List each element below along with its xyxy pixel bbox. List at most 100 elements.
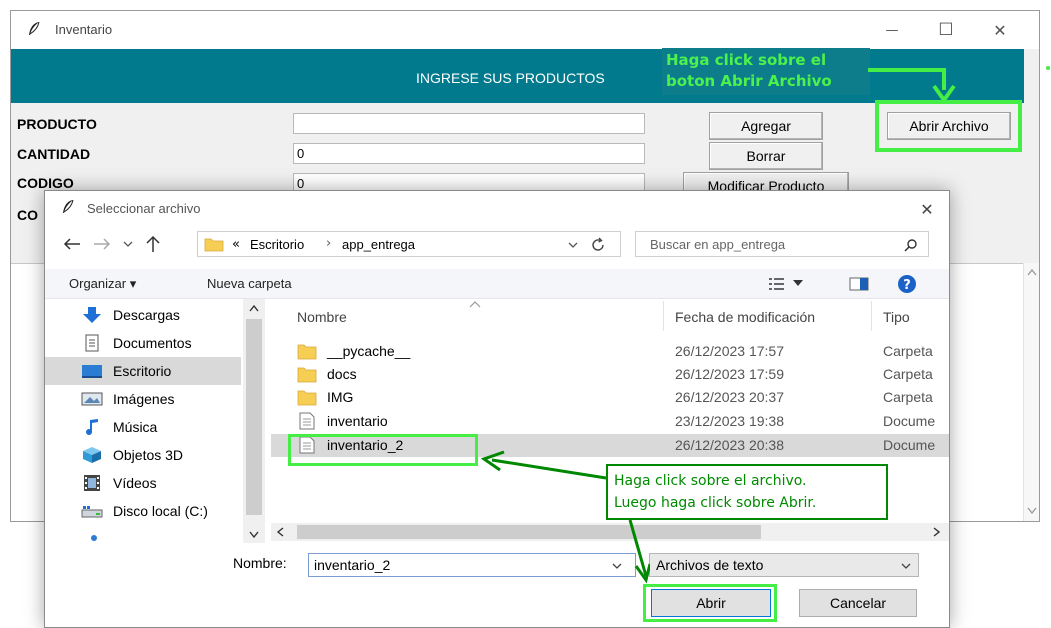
nav-item-label: Vídeos: [113, 475, 157, 491]
file-row-inventario[interactable]: inventario 23/12/2023 19:38 Docume: [271, 410, 949, 433]
search-box[interactable]: Buscar en app_entrega: [635, 231, 929, 257]
scroll-right-icon[interactable]: [933, 527, 940, 537]
close-button[interactable]: ✕: [977, 11, 1023, 49]
file-date: 26/12/2023 20:37: [675, 389, 784, 405]
close-icon: ✕: [920, 199, 934, 219]
nav-item-escritorio[interactable]: Escritorio: [45, 357, 241, 385]
nav-item-disco-local[interactable]: Disco local (C:): [65, 497, 241, 525]
recent-locations-chevron-icon[interactable]: [123, 240, 133, 248]
view-options-icon[interactable]: [769, 277, 785, 291]
instruction-top-line2: boton Abrir Archivo: [666, 72, 832, 90]
annotation-arrow-top: [868, 68, 956, 104]
search-placeholder: Buscar en app_entrega: [650, 237, 786, 252]
cantidad-input[interactable]: 0: [293, 143, 645, 164]
up-arrow-icon[interactable]: [145, 235, 161, 253]
highlight-inventario-2: [288, 434, 478, 466]
navigation-pane-scrollbar[interactable]: [243, 299, 265, 543]
nav-item-label: Descargas: [113, 307, 180, 323]
codigo-label: CODIGO: [17, 175, 74, 191]
minimize-button[interactable]: —: [869, 11, 915, 49]
nav-item-imagenes[interactable]: Imágenes: [65, 385, 241, 413]
inventory-list-scrollbar[interactable]: [1023, 263, 1039, 521]
file-type: Carpeta: [883, 343, 933, 359]
sort-ascending-icon: [469, 301, 481, 308]
breadcrumb-app-entrega[interactable]: app_entrega: [342, 237, 415, 252]
instruction-mid-line2: Luego haga click sobre Abrir.: [614, 495, 817, 511]
address-dropdown-icon[interactable]: [568, 241, 578, 249]
nav-item-objetos-3d[interactable]: Objetos 3D: [65, 441, 241, 469]
screen: Inventario — ☐ ✕ INGRESE SUS PRODUCTOS P…: [0, 0, 1051, 628]
file-type-filter[interactable]: Archivos de texto: [649, 553, 919, 577]
borrar-button[interactable]: Borrar: [709, 142, 823, 170]
maximize-button[interactable]: ☐: [923, 11, 969, 49]
minimize-icon: —: [885, 22, 899, 38]
nav-item-documentos[interactable]: Documentos: [65, 329, 241, 357]
highlight-abrir-archivo: [875, 100, 1022, 152]
file-date: 26/12/2023 17:59: [675, 366, 784, 382]
feather-icon: [63, 199, 74, 213]
nav-item-label: Disco local (C:): [113, 503, 208, 519]
nav-item-descargas[interactable]: Descargas: [65, 301, 241, 329]
scroll-thumb[interactable]: [246, 319, 262, 515]
file-type: Carpeta: [883, 389, 933, 405]
column-divider: [663, 301, 664, 331]
column-header-date[interactable]: Fecha de modificación: [675, 309, 815, 325]
column-divider: [871, 301, 872, 331]
breadcrumb-escritorio[interactable]: Escritorio: [250, 237, 304, 252]
agregar-button[interactable]: Agregar: [709, 112, 823, 140]
new-folder-button[interactable]: Nueva carpeta: [207, 276, 292, 291]
search-icon[interactable]: [904, 238, 918, 252]
back-arrow-icon[interactable]: [63, 237, 81, 251]
folder-icon: [297, 367, 317, 383]
file-name: __pycache__: [327, 343, 411, 359]
column-header-name[interactable]: Nombre: [297, 309, 347, 325]
music-note-icon: [86, 419, 98, 436]
feather-icon: [29, 21, 40, 35]
app-titlebar[interactable]: Inventario — ☐ ✕: [11, 11, 1039, 49]
file-type: Docume: [883, 437, 936, 453]
cube-3d-icon: [83, 447, 101, 463]
chevron-down-icon: [901, 563, 911, 569]
file-row-pycache[interactable]: __pycache__ 26/12/2023 17:57 Carpeta: [271, 340, 949, 363]
nav-item-label: Imágenes: [113, 391, 175, 407]
file-row-img[interactable]: IMG 26/12/2023 20:37 Carpeta: [271, 386, 949, 409]
fourth-field-label: CO: [17, 207, 38, 223]
scroll-up-icon[interactable]: [249, 305, 259, 312]
file-name: docs: [327, 366, 357, 382]
folder-icon: [204, 238, 224, 252]
view-dropdown-icon[interactable]: [793, 280, 803, 287]
file-date: 23/12/2023 19:38: [675, 413, 784, 429]
app-title: Inventario: [55, 22, 113, 37]
dialog-close-button[interactable]: ✕: [915, 197, 939, 221]
scroll-left-icon[interactable]: [277, 527, 284, 537]
column-header-type[interactable]: Tipo: [883, 309, 910, 325]
file-row-docs[interactable]: docs 26/12/2023 17:59 Carpeta: [271, 363, 949, 386]
folder-icon: [297, 390, 317, 406]
address-bar[interactable]: « Escritorio › app_entrega: [197, 231, 621, 257]
file-type: Docume: [883, 413, 936, 429]
svg-text:?: ?: [903, 278, 911, 293]
film-icon: [84, 475, 100, 491]
file-date: 26/12/2023 20:38: [675, 437, 784, 453]
producto-input[interactable]: [293, 113, 645, 134]
breadcrumb-separator: ›: [326, 236, 332, 251]
instruction-mid-line1: Haga click sobre el archivo.: [614, 473, 807, 489]
help-icon[interactable]: ?: [897, 274, 917, 294]
close-icon: ✕: [993, 20, 1007, 40]
refresh-icon[interactable]: [590, 237, 606, 253]
cancel-button[interactable]: Cancelar: [799, 589, 917, 617]
forward-arrow-icon[interactable]: [93, 237, 111, 251]
scroll-down-icon[interactable]: [249, 531, 259, 538]
maximize-icon: ☐: [938, 20, 954, 40]
nav-item-videos[interactable]: Vídeos: [65, 469, 241, 497]
file-name: IMG: [327, 389, 354, 405]
preview-pane-icon[interactable]: [849, 277, 869, 291]
nav-item-musica[interactable]: Música: [65, 413, 241, 441]
navigation-pane: Descargas Documentos Escritorio Imágenes…: [45, 299, 265, 543]
documents-icon: [85, 334, 99, 352]
scroll-up-icon: [1027, 269, 1037, 276]
file-type: Carpeta: [883, 366, 933, 382]
organize-menu[interactable]: Organizar ▾: [69, 276, 136, 292]
cantidad-label: CANTIDAD: [17, 146, 91, 162]
instruction-top-line1: Haga click sobre el: [666, 51, 827, 69]
